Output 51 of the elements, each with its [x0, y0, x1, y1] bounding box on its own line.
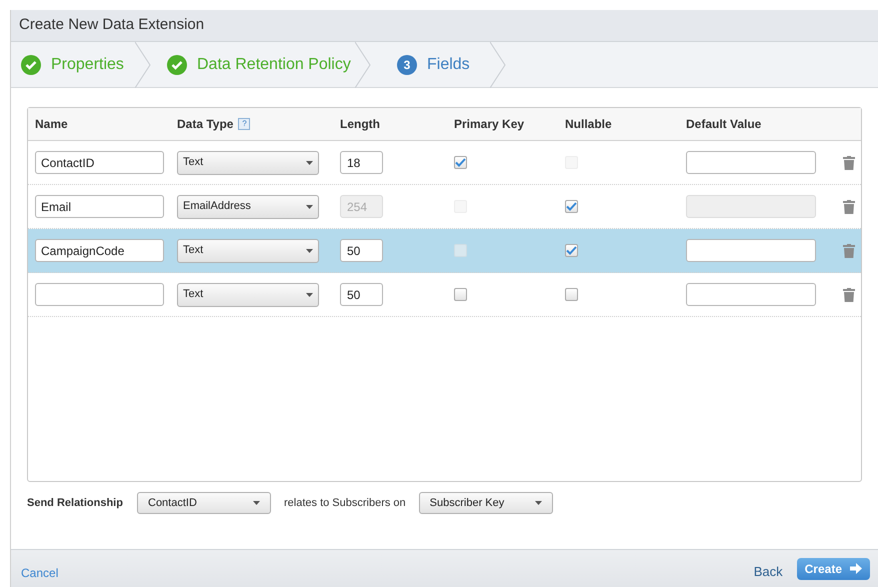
- send-relationship-label: Send Relationship: [27, 496, 124, 511]
- relates-text: relates to Subscribers on: [284, 496, 406, 511]
- table-row[interactable]: CampaignCode Text 50: [28, 229, 861, 273]
- data-type-dropdown[interactable]: Text: [177, 282, 319, 306]
- name-field[interactable]: CampaignCode: [35, 239, 164, 262]
- window-title: Create New Data Extension: [19, 15, 204, 36]
- help-icon[interactable]: ?: [238, 118, 250, 130]
- length-field[interactable]: 50: [340, 283, 383, 306]
- column-header: Nullable: [565, 116, 612, 133]
- step-number: 3: [397, 54, 417, 74]
- name-field[interactable]: [35, 283, 164, 306]
- checkbox[interactable]: [565, 244, 578, 257]
- length-field[interactable]: 50: [340, 239, 383, 262]
- checkmark-icon: [566, 246, 577, 255]
- length-field[interactable]: 18: [340, 151, 383, 174]
- arrow-right-icon: [850, 563, 862, 574]
- trash-icon[interactable]: [843, 288, 855, 302]
- checkbox[interactable]: [454, 288, 467, 301]
- column-header: Data Type: [177, 116, 234, 133]
- trash-icon[interactable]: [843, 200, 855, 214]
- column-header: Primary Key: [454, 116, 524, 133]
- caret-icon: [306, 292, 313, 296]
- column-header: Default Value: [686, 116, 762, 133]
- name-field[interactable]: ContactID: [35, 151, 164, 174]
- checkmark-circle-icon: [167, 54, 187, 74]
- data-type-dropdown[interactable]: EmailAddress: [177, 194, 319, 218]
- checkbox[interactable]: [454, 156, 467, 169]
- data-type-dropdown[interactable]: Text: [177, 238, 319, 262]
- checkbox[interactable]: [565, 288, 578, 301]
- checkmark-icon: [455, 158, 466, 167]
- subscriber-field-dropdown[interactable]: Subscriber Key: [418, 492, 553, 514]
- checkmark-icon: [566, 202, 577, 211]
- trash-icon[interactable]: [843, 244, 855, 258]
- caret-icon: [306, 248, 313, 252]
- step-tab[interactable]: 3 Fields: [371, 42, 506, 87]
- back-link[interactable]: Back: [754, 562, 783, 582]
- column-header: Name: [35, 116, 68, 133]
- caret-icon: [306, 204, 313, 208]
- column-header: Length: [340, 116, 380, 133]
- default-value-field[interactable]: [686, 239, 816, 262]
- checkbox[interactable]: [565, 200, 578, 213]
- contact-field-dropdown[interactable]: ContactID: [137, 492, 271, 514]
- caret-icon: [534, 501, 542, 505]
- caret-icon: [253, 501, 260, 505]
- name-field[interactable]: Email: [35, 195, 164, 218]
- checkmark-circle-icon: [21, 54, 41, 74]
- trash-icon[interactable]: [843, 156, 855, 170]
- default-value-field[interactable]: [686, 283, 816, 306]
- caret-icon: [306, 160, 313, 164]
- default-value-field[interactable]: [686, 151, 816, 174]
- data-type-dropdown[interactable]: Text: [177, 150, 319, 174]
